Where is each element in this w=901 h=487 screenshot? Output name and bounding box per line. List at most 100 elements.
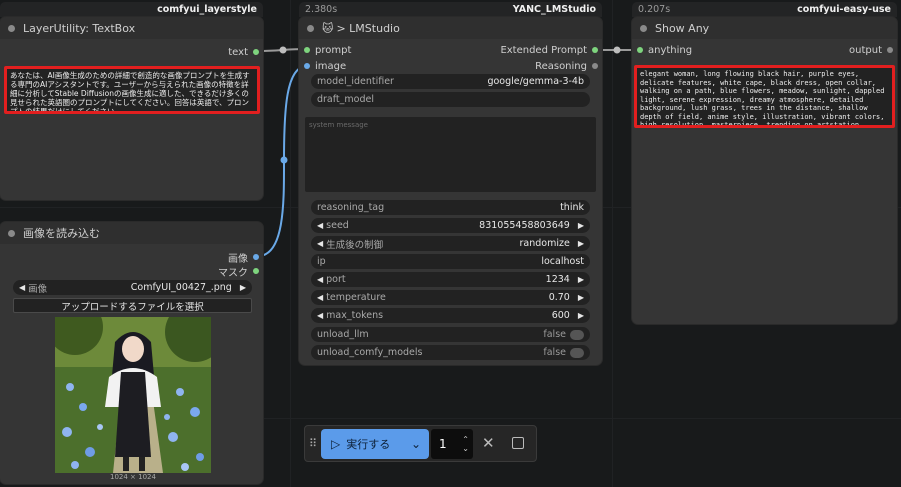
seed-widget[interactable]: ◀ seed 831055458803649 ▶ — [311, 218, 590, 233]
arrow-right-icon[interactable]: ▶ — [578, 311, 584, 320]
image-select-widget[interactable]: ◀ 画像 ComfyUI_00427_.png ▶ — [13, 280, 252, 295]
arrow-right-icon[interactable]: ▶ — [578, 293, 584, 302]
arrow-left-icon[interactable]: ◀ — [317, 275, 323, 284]
show-any-textarea[interactable]: elegant woman, long flowing black hair, … — [634, 65, 895, 128]
arrow-right-icon[interactable]: ▶ — [578, 239, 584, 248]
lmstudio-timing: 2.380s — [305, 4, 338, 15]
arrow-left-icon[interactable]: ◀ — [317, 311, 323, 320]
lmstudio-node-source: YANC_LMStudio — [512, 4, 596, 15]
upload-file-label: アップロードするファイルを選択 — [61, 301, 204, 313]
unload-llm-value: false — [543, 329, 566, 340]
seed-value: 831055458803649 — [479, 220, 570, 231]
ip-widget[interactable]: ip localhost — [311, 254, 590, 269]
temperature-widget[interactable]: ◀ temperature 0.70 ▶ — [311, 290, 590, 305]
max-tokens-label: max_tokens — [326, 310, 384, 321]
arrow-right-icon[interactable]: ▶ — [578, 221, 584, 230]
collapse-dot-icon[interactable] — [307, 24, 314, 32]
textbox-output-label: text — [228, 46, 248, 58]
extended-prompt-output-port[interactable] — [592, 47, 598, 53]
unload-llm-label: unload_llm — [317, 329, 369, 340]
output-port[interactable] — [887, 47, 893, 53]
output-label: output — [849, 44, 882, 56]
run-button-label: 実行する — [346, 438, 391, 451]
stop-square-icon[interactable] — [512, 437, 524, 449]
run-button[interactable]: ▷ 実行する ⌄ — [321, 429, 429, 459]
anything-input-label: anything — [648, 44, 693, 56]
textbox-textarea[interactable]: あなたは、AI画像生成のための詳細で創造的な画像プロンプトを生成する専門のAIア… — [4, 66, 260, 114]
model-identifier-widget[interactable]: model_identifier google/gemma-3-4b — [311, 74, 590, 89]
arrow-right-icon[interactable]: ▶ — [578, 275, 584, 284]
max-tokens-widget[interactable]: ◀ max_tokens 600 ▶ — [311, 308, 590, 323]
reasoning-output-label: Reasoning — [535, 60, 587, 72]
arrow-right-icon[interactable]: ▶ — [240, 283, 246, 292]
textbox-node-source: comfyui_layerstyle — [157, 4, 257, 15]
port-widget[interactable]: ◀ port 1234 ▶ — [311, 272, 590, 287]
toggle-switch-icon[interactable] — [570, 329, 584, 340]
ip-value: localhost — [541, 256, 584, 267]
load-image-title: 画像を読み込む — [23, 227, 100, 240]
image-output-row: 画像 — [228, 250, 259, 265]
after-gen-control-widget[interactable]: ◀ 生成後の制御 randomize ▶ — [311, 236, 590, 251]
prompt-input-port[interactable] — [304, 47, 310, 53]
image-input-port[interactable] — [304, 63, 310, 69]
show-any-node-source: comfyui-easy-use — [797, 4, 891, 15]
draft-model-widget[interactable]: draft_model — [311, 92, 590, 107]
port-value: 1234 — [545, 274, 570, 285]
max-tokens-value: 600 — [551, 310, 570, 321]
upload-file-button[interactable]: アップロードするファイルを選択 — [13, 298, 252, 313]
lmstudio-node[interactable]: 🐱 > LMStudio prompt image Extended Promp… — [299, 17, 602, 365]
after-gen-label: 生成後の制御 — [326, 239, 384, 251]
seed-label: seed — [326, 220, 349, 231]
load-image-node[interactable]: 画像を読み込む 画像 マスク ◀ 画像 ComfyUI_00427_.png ▶… — [0, 222, 263, 484]
unload-comfy-value: false — [543, 347, 566, 358]
reasoning-output-port[interactable] — [592, 63, 598, 69]
prompt-input-label: prompt — [315, 44, 352, 56]
collapse-dot-icon[interactable] — [8, 24, 15, 32]
toggle-switch-icon[interactable] — [570, 347, 584, 358]
chevron-down-icon[interactable]: ⌄ — [411, 437, 421, 451]
queue-count-value: 1 — [439, 437, 447, 451]
anything-input-port[interactable] — [637, 47, 643, 53]
drag-handle-icon[interactable]: ⠿ — [309, 437, 317, 450]
textbox-node-tag: comfyui_layerstyle — [0, 2, 263, 17]
image-output-port[interactable] — [253, 254, 259, 260]
model-identifier-value: google/gemma-3-4b — [487, 76, 584, 87]
cancel-icon[interactable]: ✕ — [482, 434, 495, 452]
load-image-title-bar[interactable]: 画像を読み込む — [0, 222, 263, 244]
textbox-output-row: text — [228, 45, 259, 59]
lmstudio-title-bar[interactable]: 🐱 > LMStudio — [299, 17, 602, 39]
image-preview — [55, 317, 211, 473]
textbox-node-title-bar[interactable]: LayerUtility: TextBox — [0, 17, 263, 39]
show-any-title-bar[interactable]: Show Any — [632, 17, 897, 39]
play-icon: ▷ — [331, 437, 341, 451]
ip-label: ip — [317, 256, 326, 267]
arrow-left-icon[interactable]: ◀ — [19, 283, 25, 292]
text-output-port[interactable] — [253, 49, 259, 55]
textbox-node[interactable]: LayerUtility: TextBox text あなたは、AI画像生成のた… — [0, 17, 263, 200]
arrow-left-icon[interactable]: ◀ — [317, 293, 323, 302]
extended-output-label: Extended Prompt — [500, 44, 587, 56]
show-any-title: Show Any — [655, 21, 710, 35]
prompt-input-row: prompt — [304, 43, 351, 57]
mask-output-label: マスク — [218, 267, 248, 279]
arrow-left-icon[interactable]: ◀ — [317, 239, 323, 248]
image-output-label: 画像 — [228, 253, 248, 265]
show-any-node[interactable]: Show Any anything output elegant woman, … — [632, 17, 897, 324]
mask-output-port[interactable] — [253, 268, 259, 274]
temperature-value: 0.70 — [548, 292, 570, 303]
system-message-input[interactable]: system message — [305, 117, 596, 192]
show-any-node-tag: 0.207s comfyui-easy-use — [632, 2, 897, 17]
mask-output-row: マスク — [218, 264, 259, 279]
queue-count-input[interactable]: 1 ⌃ ⌄ — [431, 429, 473, 459]
reasoning-output-row: Reasoning — [535, 59, 598, 73]
collapse-dot-icon[interactable] — [640, 24, 647, 32]
arrow-left-icon[interactable]: ◀ — [317, 221, 323, 230]
collapse-dot-icon[interactable] — [8, 229, 15, 237]
reasoning-tag-widget[interactable]: reasoning_tag think — [311, 200, 590, 215]
stepper-arrows-icon[interactable]: ⌃ ⌄ — [462, 435, 469, 453]
temperature-label: temperature — [326, 292, 386, 303]
unload-comfy-toggle[interactable]: unload_comfy_models false — [311, 345, 590, 360]
unload-llm-toggle[interactable]: unload_llm false — [311, 327, 590, 342]
textbox-node-title: LayerUtility: TextBox — [23, 21, 136, 35]
cat-emoji-icon: 🐱 — [322, 21, 334, 35]
